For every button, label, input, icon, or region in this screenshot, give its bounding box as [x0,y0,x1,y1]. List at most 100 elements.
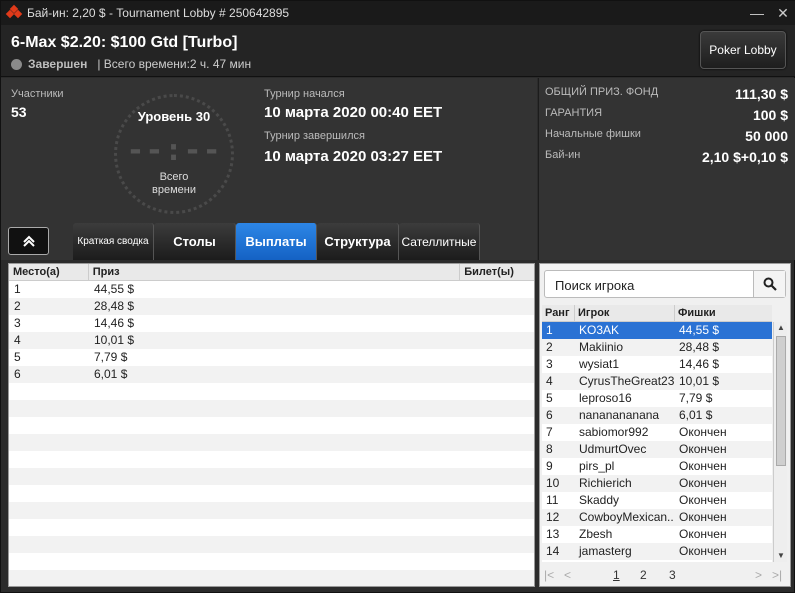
player-row[interactable]: 8 UdmurtOvec Окончен [542,441,772,458]
search-button[interactable] [753,271,785,297]
page-3[interactable]: 3 [669,568,676,582]
players-header-row: Ранг Игрок Фишки [542,305,772,322]
column-header-prize[interactable]: Приз [89,264,461,280]
payouts-header-row: Место(а) Приз Билет(ы) [9,264,534,281]
payout-prize: 6,01 $ [94,367,128,381]
buyin-label: Бай-ин [545,149,581,161]
player-name: UdmurtOvec [579,442,647,456]
player-name: pirs_pl [579,459,615,473]
payout-place: 2 [14,299,21,313]
player-rank: 8 [546,442,553,456]
tab-tables[interactable]: Столы [154,223,236,260]
player-chips: 10,01 $ [679,374,720,388]
player-row[interactable]: 11 Skaddy Окончен [542,492,772,509]
close-icon[interactable]: ✕ [770,5,795,22]
clock-caption: Всего времени [117,171,231,197]
player-name: KO3AK [579,323,620,337]
column-header-place[interactable]: Место(а) [9,264,89,280]
player-name: wysiat1 [579,357,620,371]
player-chips: Окончен [679,493,727,507]
table-row [9,383,534,400]
player-name: leproso16 [579,391,632,405]
player-rank: 11 [546,493,559,507]
double-chevron-up-icon [22,235,35,247]
prev-page-icon[interactable]: < [564,568,571,582]
column-header-rank[interactable]: Ранг [542,305,575,321]
player-rank: 14 [546,544,560,558]
tab-summary[interactable]: Краткая сводка [73,223,154,260]
players-table: Ранг Игрок Фишки 1 KO3AK 44,55 $2 Makiinio 2… [542,305,772,562]
table-row [9,417,534,434]
player-chips: 28,48 $ [679,340,720,354]
guarantee-value: 100 $ [752,107,788,123]
scroll-down-icon[interactable]: ▼ [774,550,788,562]
payout-place: 4 [14,333,21,347]
player-row[interactable]: 2 Makiinio 28,48 $ [542,339,772,356]
player-row[interactable]: 3 wysiat1 14,46 $ [542,356,772,373]
player-row[interactable]: 9 pirs_pl Окончен [542,458,772,475]
lobby-tabs: Краткая сводка Столы Выплаты Структура С… [73,223,480,260]
player-row[interactable]: 12 CowboyMexican.. Окончен [542,509,772,526]
page-2[interactable]: 2 [640,568,647,582]
player-row[interactable]: 10 Richierich Окончен [542,475,772,492]
first-page-icon[interactable]: |< [544,568,554,582]
column-header-tickets[interactable]: Билет(ы) [460,264,534,280]
tournament-status: Завершен | Всего времени:2 ч. 47 мин [11,57,251,71]
collapse-button[interactable] [8,227,49,255]
player-row[interactable]: 1 KO3AK 44,55 $ [542,322,772,339]
table-row: 2 28,48 $ [9,298,534,315]
total-time: | Всего времени:2 ч. 47 мин [97,57,252,71]
tab-satellites[interactable]: Сателлитные [399,223,480,260]
column-header-chips[interactable]: Фишки [675,305,772,321]
players-scrollbar[interactable]: ▲ ▼ [773,322,787,562]
guarantee-label: ГАРАНТИЯ [545,107,603,119]
scroll-up-icon[interactable]: ▲ [774,322,788,334]
next-page-icon[interactable]: > [755,568,762,582]
player-search-input[interactable]: Поиск игрока [555,278,634,293]
player-chips: Окончен [679,527,727,541]
players-panel: Поиск игрока Ранг Игрок Фишки 1 KO3AK 44,5… [539,263,791,587]
payout-place: 3 [14,316,21,330]
ended-value: 10 марта 2020 03:27 EET [264,148,443,165]
level-clock: Уровень 30 --:-- Всего времени [114,94,234,214]
player-row[interactable]: 6 nananananana 6,01 $ [542,407,772,424]
player-chips: Окончен [679,459,727,473]
payout-prize: 7,79 $ [94,350,128,364]
player-rank: 1 [546,323,553,337]
last-page-icon[interactable]: >| [772,568,782,582]
payout-place: 6 [14,367,21,381]
player-row[interactable]: 7 sabiomor992 Окончен [542,424,772,441]
clock-caption-line-1: Всего [159,171,189,183]
tab-structure[interactable]: Структура [317,223,399,260]
window-title: Бай-ин: 2,20 $ - Tournament Lobby # 2506… [27,6,290,20]
table-row [9,553,534,570]
scrollbar-thumb[interactable] [776,336,786,466]
poker-lobby-button[interactable]: Poker Lobby [700,31,786,69]
entrants-label: Участники [11,88,64,100]
tab-payouts[interactable]: Выплаты [236,223,317,260]
column-header-player[interactable]: Игрок [575,305,675,321]
player-row[interactable]: 4 CyrusTheGreat23 10,01 $ [542,373,772,390]
page-1[interactable]: 1 [613,568,620,582]
player-rank: 2 [546,340,553,354]
player-row[interactable]: 5 leproso16 7,79 $ [542,390,772,407]
tournament-lobby-window: Бай-ин: 2,20 $ - Tournament Lobby # 2506… [0,0,795,593]
player-chips: 7,79 $ [679,391,713,405]
player-chips: Окончен [679,510,727,524]
player-name: jamasterg [579,544,632,558]
tournament-name: 6-Max $2.20: $100 Gtd [Turbo] [11,34,238,51]
entrants-value: 53 [11,104,27,120]
table-row [9,451,534,468]
player-search[interactable]: Поиск игрока [544,270,786,298]
player-name: CowboyMexican.. [579,510,674,524]
tournament-header: 6-Max $2.20: $100 Gtd [Turbo] Завершен |… [1,25,795,77]
player-rank: 7 [546,425,553,439]
minimize-icon[interactable]: — [744,5,770,21]
players-pager: |< < 1 2 3 > >| [540,564,792,586]
player-row[interactable]: 14 jamasterg Окончен [542,543,772,560]
prize-pool-value: 111,30 $ [735,86,788,102]
level-label: Уровень 30 [137,109,211,124]
player-row[interactable]: 13 Zbesh Окончен [542,526,772,543]
player-name: Richierich [579,476,632,490]
player-rank: 4 [546,374,553,388]
